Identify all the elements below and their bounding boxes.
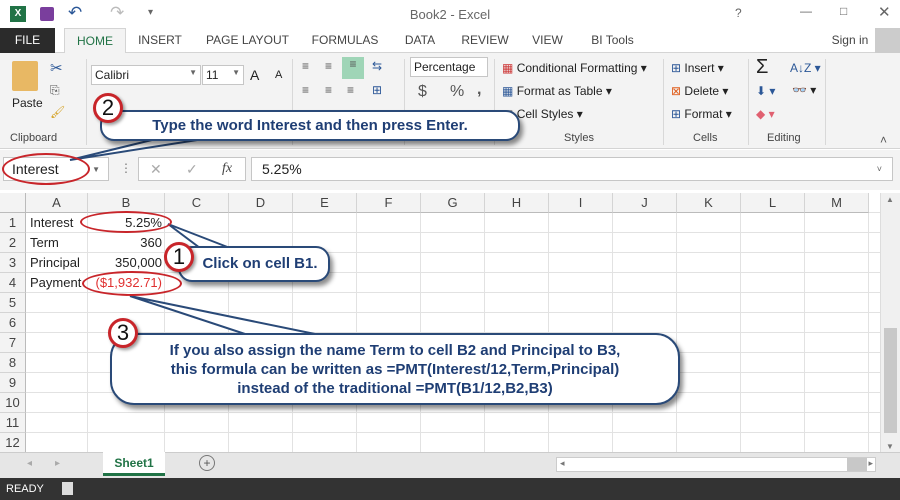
step-3-badge: 3 xyxy=(108,318,138,348)
cell-B1-highlight xyxy=(80,211,172,233)
callout-2-text: Type the word Interest and then press En… xyxy=(152,117,468,134)
callout-1: Click on cell B1. xyxy=(178,246,330,282)
cell-B4-highlight xyxy=(82,271,182,296)
step-2-badge: 2 xyxy=(93,93,123,123)
step-1-badge: 1 xyxy=(164,242,194,272)
callout-2-tail xyxy=(69,137,211,161)
callout-3-line-2: this formula can be written as =PMT(Inte… xyxy=(170,361,620,378)
callout-3-line-3: instead of the traditional =PMT(B1/12,B2… xyxy=(237,380,553,397)
name-box-highlight xyxy=(2,153,90,185)
callout-2: Type the word Interest and then press En… xyxy=(100,110,520,141)
callout-3-tail xyxy=(129,295,316,335)
callout-3-line-1: If you also assign the name Term to cell… xyxy=(169,342,621,359)
callout-1-text: Click on cell B1. xyxy=(202,255,318,272)
callout-3: If you also assign the name Term to cell… xyxy=(110,333,680,405)
callout-pointers xyxy=(69,137,316,335)
